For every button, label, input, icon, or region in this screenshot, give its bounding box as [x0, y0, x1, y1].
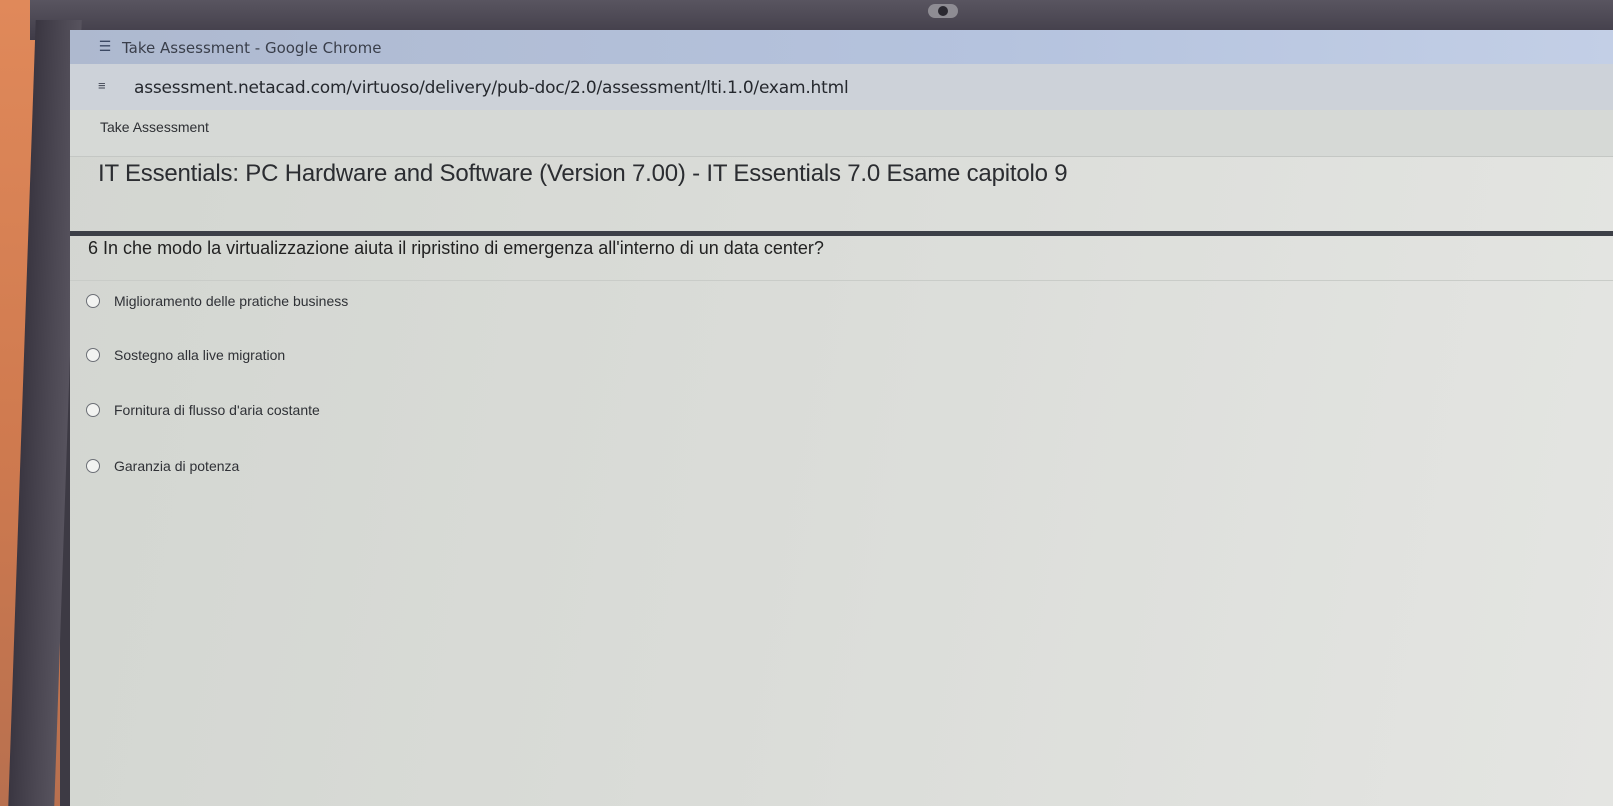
question-number: 6: [88, 238, 99, 258]
radio-button[interactable]: [86, 348, 100, 362]
answer-option[interactable]: Miglioramento delle pratiche business: [86, 290, 348, 312]
window-titlebar: ☰ Take Assessment - Google Chrome: [70, 30, 1613, 64]
answer-option[interactable]: Sostegno alla live migration: [86, 344, 285, 366]
divider: [70, 280, 1613, 281]
radio-button[interactable]: [86, 294, 100, 308]
window-title: Take Assessment - Google Chrome: [122, 39, 382, 57]
answer-option-label[interactable]: Garanzia di potenza: [114, 458, 239, 474]
page-header: Take Assessment: [70, 110, 1613, 157]
tune-icon[interactable]: ≡: [98, 78, 116, 94]
webcam-icon: [928, 4, 958, 18]
exam-title: IT Essentials: PC Hardware and Software …: [98, 160, 1068, 187]
answer-option-label[interactable]: Fornitura di flusso d'aria costante: [114, 402, 320, 418]
browser-window: ☰ Take Assessment - Google Chrome ≡ asse…: [70, 30, 1613, 806]
url-text[interactable]: assessment.netacad.com/virtuoso/delivery…: [134, 78, 849, 98]
divider: [70, 231, 1613, 236]
question-text: 6 In che modo la virtualizzazione aiuta …: [88, 238, 824, 259]
assessment-icon: ☰: [98, 38, 112, 54]
answer-option-label[interactable]: Miglioramento delle pratiche business: [114, 293, 348, 309]
question-body: In che modo la virtualizzazione aiuta il…: [103, 238, 824, 258]
radio-button[interactable]: [86, 459, 100, 473]
answer-option[interactable]: Fornitura di flusso d'aria costante: [86, 399, 320, 421]
radio-button[interactable]: [86, 403, 100, 417]
answer-option[interactable]: Garanzia di potenza: [86, 455, 239, 477]
answer-option-label[interactable]: Sostegno alla live migration: [114, 347, 285, 363]
address-bar[interactable]: ≡ assessment.netacad.com/virtuoso/delive…: [70, 64, 1613, 111]
page-header-title: Take Assessment: [100, 119, 209, 135]
